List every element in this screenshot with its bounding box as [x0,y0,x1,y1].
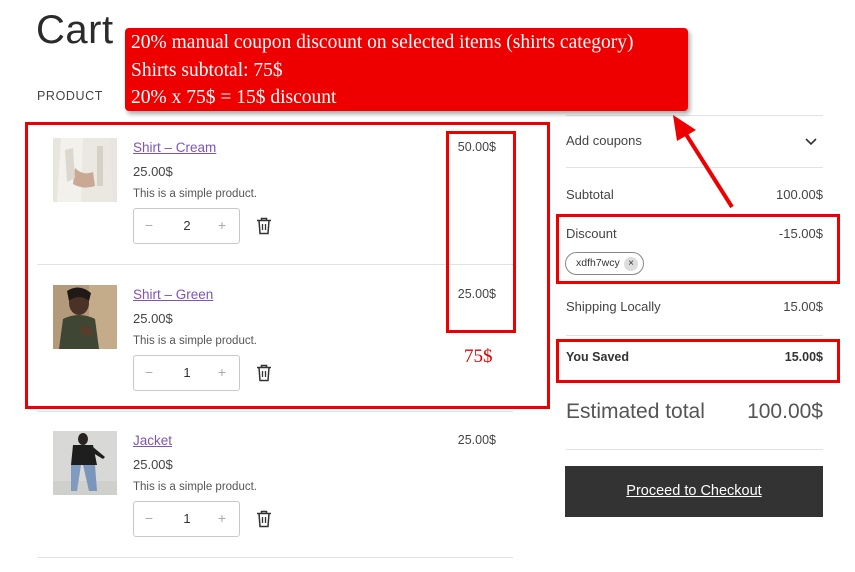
annotation-line-1: 20% manual coupon discount on selected i… [131,32,634,53]
subtotal-value: 100.00$ [776,187,823,202]
line-total: 25.00$ [457,433,496,447]
checkout-label: Proceed to Checkout [626,483,762,499]
sidebar-divider [566,335,823,336]
annotation-line-2: Shirts subtotal: 75$ [131,59,283,81]
shirt-totals-highlight-box [446,131,516,333]
chevron-down-icon[interactable] [804,134,818,148]
sidebar-divider [566,449,823,450]
cart-item: Jacket 25.00$ This is a simple product. … [53,431,513,541]
shipping-label: Shipping Locally [566,299,661,314]
unit-price: 25.00$ [133,457,173,472]
discount-highlight-box [556,214,840,284]
row-divider [37,411,513,412]
row-divider [37,557,513,558]
shipping-value: 15.00$ [783,299,823,314]
estimated-total-label: Estimated total [566,400,705,423]
annotation-line-3: 20% x 75$ = 15$ discount [131,87,337,108]
quantity-input[interactable]: 1 [174,511,200,526]
product-column-header: PRODUCT [37,89,104,103]
page-title: Cart [36,8,114,52]
proceed-to-checkout-button[interactable]: Proceed to Checkout [565,466,823,517]
annotation-callout: 20% manual coupon discount on selected i… [125,28,688,111]
quantity-stepper: − 1 + [133,501,240,537]
add-coupons-toggle[interactable]: Add coupons [566,133,642,148]
you-saved-highlight-box [556,339,840,383]
subtotal-label: Subtotal [566,187,614,202]
product-description: This is a simple product. [133,481,257,493]
product-name-link[interactable]: Jacket [133,433,172,448]
shipping-row: Shipping Locally 15.00$ [566,299,823,315]
increase-quantity-button[interactable]: + [215,510,229,526]
trash-icon[interactable] [256,510,272,528]
annotation-arrow-icon [673,115,734,209]
estimated-total-value: 100.00$ [747,400,823,423]
decrease-quantity-button[interactable]: − [142,510,156,526]
product-image[interactable] [53,431,117,495]
shirts-subtotal-annotation: 75$ [464,346,493,367]
